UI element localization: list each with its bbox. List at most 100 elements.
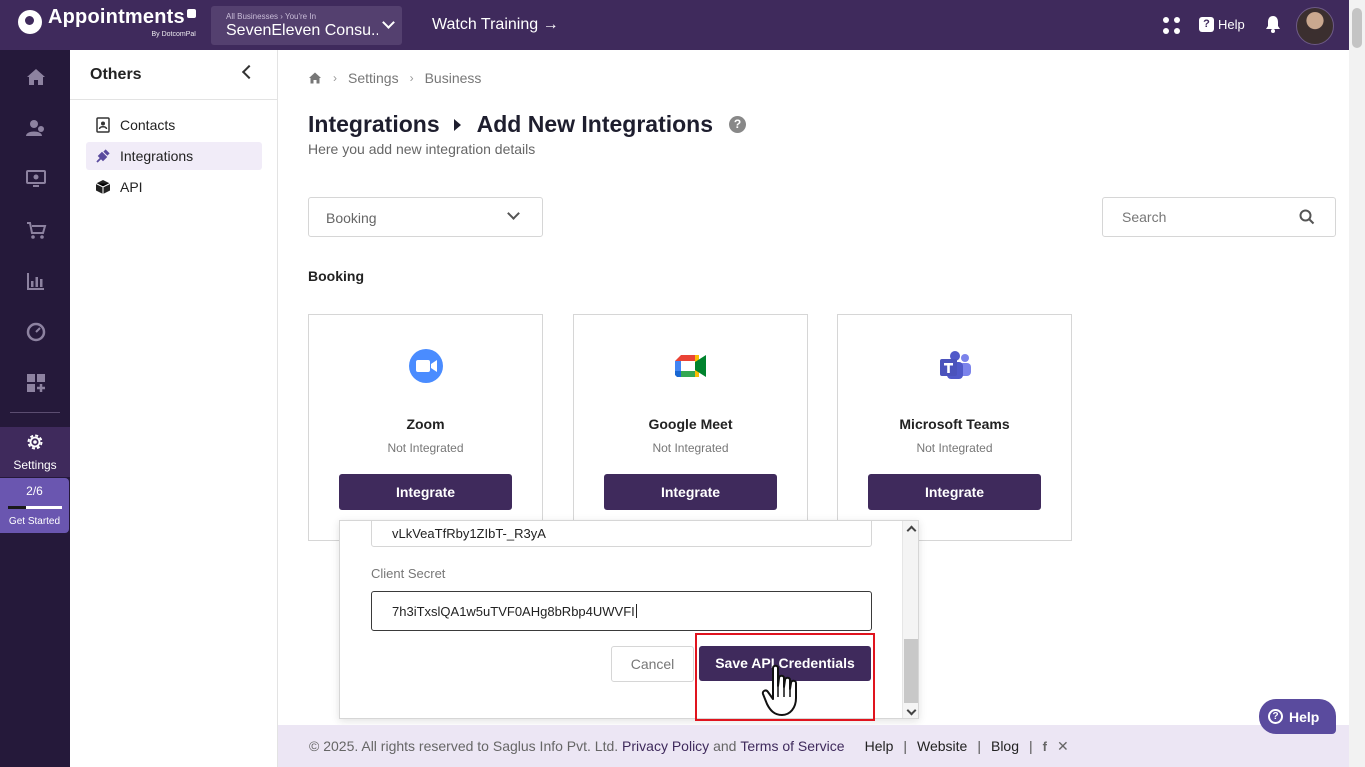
brand-logo-mark xyxy=(18,10,42,34)
rail-divider xyxy=(10,412,60,413)
reports-icon[interactable] xyxy=(25,270,47,292)
breadcrumb-separator: › xyxy=(333,71,337,85)
modal-scrollbar[interactable] xyxy=(902,521,918,718)
left-rail: Settings 2/6 Get Started xyxy=(0,50,70,767)
teams-icon xyxy=(940,351,971,379)
integration-name: Zoom xyxy=(406,416,445,432)
help-fab-label: Help xyxy=(1289,708,1320,725)
integration-card-microsoft-teams: Microsoft Teams Not Integrated Integrate xyxy=(837,314,1072,541)
avatar[interactable] xyxy=(1296,7,1334,45)
settings-label: Settings xyxy=(13,458,57,472)
category-select-value: Booking xyxy=(326,210,377,226)
bell-icon[interactable] xyxy=(1265,15,1281,33)
brand-badge-icon xyxy=(186,9,196,18)
home-icon[interactable] xyxy=(25,66,47,88)
footer-and: and xyxy=(713,738,737,754)
page-scrollbar[interactable] xyxy=(1349,0,1365,767)
cart-icon[interactable] xyxy=(25,219,47,241)
client-id-field[interactable]: vLkVeaTfRby1ZIbT-_R3yA xyxy=(371,521,872,547)
page-title-main: Integrations xyxy=(308,111,440,137)
brand-title: Appointments xyxy=(48,6,185,28)
x-twitter-icon[interactable]: ✕ xyxy=(1057,738,1069,755)
footer-divider: | xyxy=(1029,738,1033,754)
integration-name: Google Meet xyxy=(648,416,733,432)
footer-blog-link[interactable]: Blog xyxy=(991,738,1019,754)
breadcrumb: › Settings › Business xyxy=(308,70,481,86)
business-switcher-label: All Businesses › You're In xyxy=(226,12,317,21)
terms-link[interactable]: Terms of Service xyxy=(740,738,844,754)
watch-training-link[interactable]: Watch Training → xyxy=(432,16,559,34)
help-icon: ? xyxy=(1268,709,1283,724)
breadcrumb-separator: › xyxy=(409,71,414,85)
client-secret-label: Client Secret xyxy=(371,566,446,581)
footer-divider: | xyxy=(903,738,908,754)
page-title-sub: Add New Integrations xyxy=(476,111,714,137)
client-secret-field[interactable]: 7h3iTxslQA1w5uTVF0AHg8bRbp4UWVFI xyxy=(371,591,872,631)
modal-scrollbar-thumb[interactable] xyxy=(904,639,918,703)
get-started-widget[interactable]: 2/6 Get Started xyxy=(0,478,69,533)
sidebar-item-label: Contacts xyxy=(120,117,176,133)
dashboard-icon[interactable] xyxy=(25,321,47,343)
integration-status: Not Integrated xyxy=(387,441,464,455)
footer-help-link[interactable]: Help xyxy=(865,738,894,754)
help-icon: ? xyxy=(1199,17,1214,32)
contact-card-icon xyxy=(96,117,110,133)
monitor-icon[interactable] xyxy=(25,168,47,190)
help-fab-button[interactable]: ? Help xyxy=(1259,699,1336,734)
caret-right-icon xyxy=(453,118,461,131)
brand-subtitle: By DotcomPal xyxy=(151,31,196,38)
help-button[interactable]: ? Help xyxy=(1199,17,1245,32)
cube-icon xyxy=(95,180,111,194)
section-label: Booking xyxy=(308,268,364,284)
scroll-down-icon[interactable] xyxy=(906,705,917,716)
business-switcher[interactable]: All Businesses › You're In SevenEleven C… xyxy=(211,6,402,45)
business-name: SevenEleven Consu... xyxy=(226,22,378,39)
brand-logo[interactable]: Appointments By DotcomPal xyxy=(18,7,196,38)
breadcrumb-business[interactable]: Business xyxy=(425,70,482,86)
sidebar-item-api[interactable]: API xyxy=(86,173,262,201)
get-started-label: Get Started xyxy=(8,516,61,527)
sidebar-item-contacts[interactable]: Contacts xyxy=(86,111,262,139)
secondary-sidebar: Others Contacts Integrations API xyxy=(70,50,278,767)
client-secret-value: 7h3iTxslQA1w5uTVF0AHg8bRbp4UWVFI xyxy=(392,604,635,619)
apps-grid-icon[interactable] xyxy=(1163,17,1180,34)
category-select[interactable]: Booking xyxy=(308,197,543,237)
rail-settings[interactable]: Settings xyxy=(0,427,70,477)
get-started-progress xyxy=(7,506,62,509)
help-label: Help xyxy=(1218,17,1245,32)
plug-icon xyxy=(96,149,110,163)
integrate-button[interactable]: Integrate xyxy=(339,474,512,510)
cancel-button[interactable]: Cancel xyxy=(611,646,694,682)
breadcrumb-settings[interactable]: Settings xyxy=(348,70,399,86)
gear-icon xyxy=(27,434,43,450)
facebook-icon[interactable]: f xyxy=(1043,739,1047,754)
sidebar-title: Others xyxy=(90,66,142,83)
hand-cursor-icon xyxy=(761,664,797,716)
integration-status: Not Integrated xyxy=(916,441,993,455)
integration-status: Not Integrated xyxy=(652,441,729,455)
text-caret xyxy=(635,604,637,618)
page-scrollbar-thumb[interactable] xyxy=(1352,8,1362,48)
contacts-icon[interactable] xyxy=(25,117,47,139)
footer-copyright: © 2025. All rights reserved to Saglus In… xyxy=(309,738,619,754)
api-credentials-modal: vLkVeaTfRby1ZIbT-_R3yA Client Secret 7h3… xyxy=(339,520,919,719)
google-meet-icon xyxy=(675,355,706,377)
search-input[interactable]: Search xyxy=(1102,197,1336,237)
top-bar: Appointments By DotcomPal All Businesses… xyxy=(0,0,1365,50)
privacy-policy-link[interactable]: Privacy Policy xyxy=(622,738,709,754)
scroll-up-icon[interactable] xyxy=(906,525,917,536)
search-placeholder: Search xyxy=(1122,209,1167,225)
integrate-button[interactable]: Integrate xyxy=(868,474,1041,510)
zoom-icon xyxy=(409,349,443,383)
integration-card-zoom: Zoom Not Integrated Integrate xyxy=(308,314,543,541)
home-icon[interactable] xyxy=(308,71,322,85)
footer-website-link[interactable]: Website xyxy=(917,738,967,754)
sidebar-item-integrations[interactable]: Integrations xyxy=(86,142,262,170)
integrate-button[interactable]: Integrate xyxy=(604,474,777,510)
chevron-down-icon xyxy=(507,207,520,220)
help-circle-icon[interactable]: ? xyxy=(729,116,747,133)
collapse-sidebar-icon[interactable] xyxy=(241,64,257,80)
page-title: Integrations Add New Integrations ? xyxy=(308,111,747,138)
search-icon[interactable] xyxy=(1299,209,1315,225)
apps-add-icon[interactable] xyxy=(25,372,47,394)
